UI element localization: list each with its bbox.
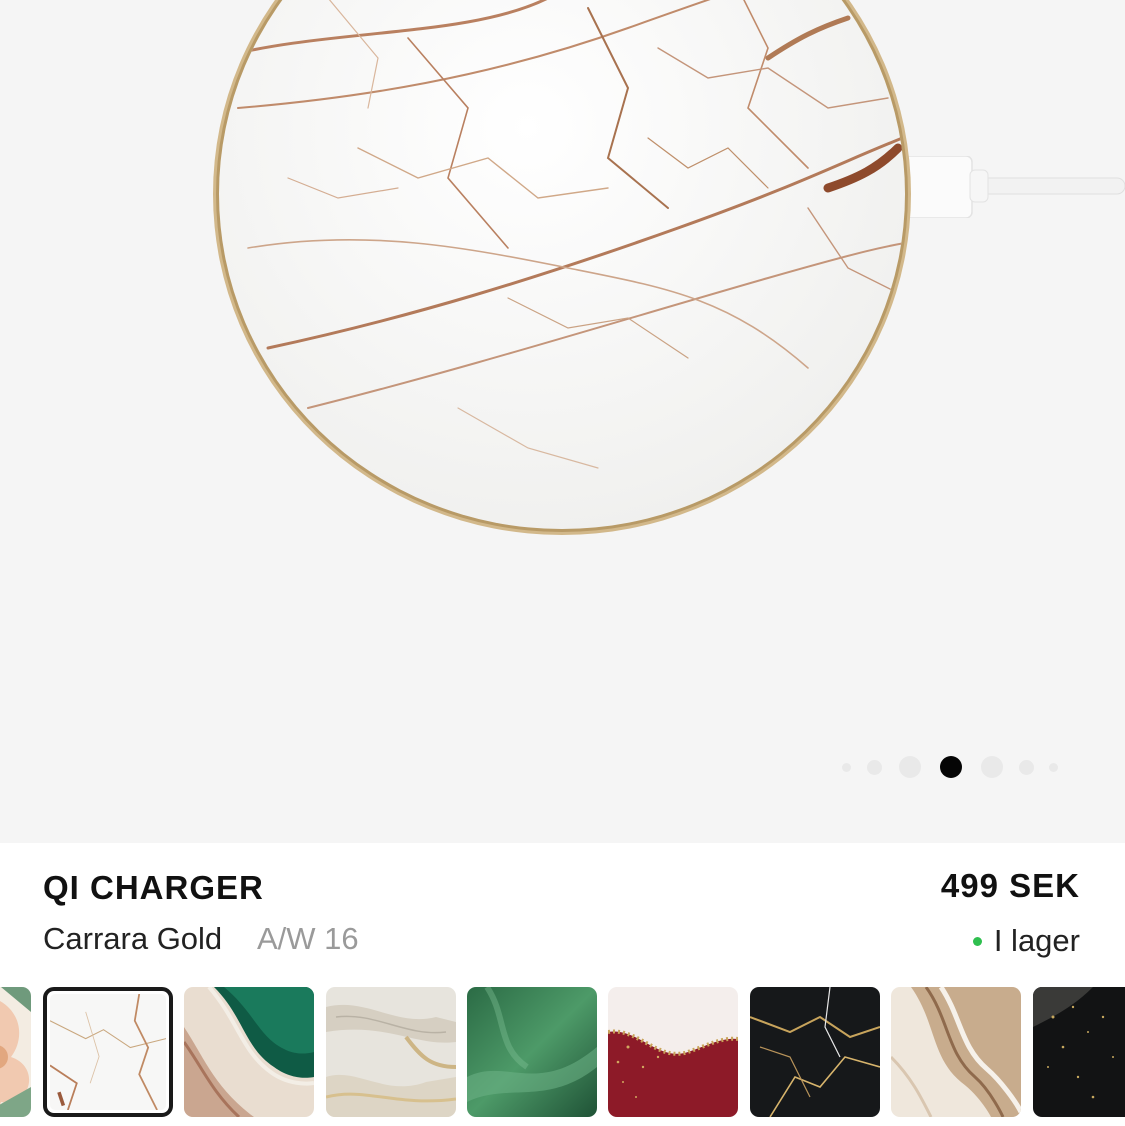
swatch-emerald-agate[interactable] xyxy=(184,987,314,1117)
carousel-pagination xyxy=(836,752,1066,782)
stock-status: I lager xyxy=(972,923,1080,959)
swatch-green-satin[interactable] xyxy=(467,987,597,1117)
swatch-peach-floral[interactable] xyxy=(0,987,31,1117)
product-info: QI CHARGER 499 SEK Carrara Gold A/W 16 I… xyxy=(0,843,1125,983)
page-dot[interactable] xyxy=(1049,763,1058,772)
swatch-red-gold-glitter[interactable] xyxy=(608,987,738,1117)
in-stock-dot-icon xyxy=(972,936,982,946)
swatch-black-gold-marble[interactable] xyxy=(750,987,880,1117)
usb-cable-image xyxy=(900,156,1125,218)
collection-label: A/W 16 xyxy=(257,921,359,956)
product-image-carousel[interactable] xyxy=(0,0,1125,843)
swatch-carrara-gold[interactable] xyxy=(43,987,173,1117)
page-dot[interactable] xyxy=(981,756,1003,778)
swatch-beige-agate[interactable] xyxy=(891,987,1021,1117)
variant-swatch-list xyxy=(0,987,1125,1117)
swatch-champagne-marble[interactable] xyxy=(326,987,456,1117)
page-dot[interactable] xyxy=(1019,760,1034,775)
page-dot[interactable] xyxy=(867,760,882,775)
product-price: 499 SEK xyxy=(940,867,1080,904)
page-dot-active[interactable] xyxy=(940,756,962,778)
page-dot[interactable] xyxy=(899,756,921,778)
page-dot[interactable] xyxy=(842,763,851,772)
product-title: QI CHARGER xyxy=(43,869,264,906)
variant-name: Carrara Gold xyxy=(43,921,223,956)
swatch-black-gold-glitter[interactable] xyxy=(1033,987,1125,1117)
stock-label: I lager xyxy=(993,923,1080,958)
charger-product-image xyxy=(213,0,911,535)
